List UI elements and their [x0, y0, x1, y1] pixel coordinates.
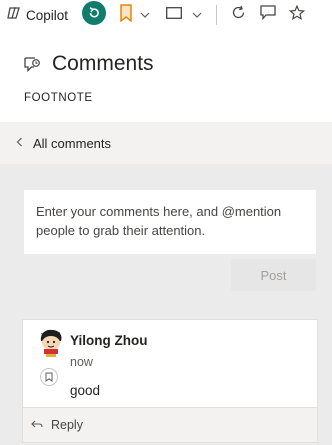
page-title: Comments	[52, 52, 154, 75]
reply-icon	[31, 416, 43, 434]
copilot-icon	[6, 5, 22, 26]
chevron-down-icon[interactable]	[192, 6, 202, 24]
reload-icon	[231, 5, 246, 25]
rectangle-icon	[166, 6, 182, 24]
reply-button[interactable]: Reply	[23, 407, 317, 442]
post-button[interactable]: Post	[231, 259, 316, 291]
top-toolbar: Copilot	[0, 0, 332, 30]
star-icon	[288, 4, 306, 26]
comment-timestamp: now	[70, 355, 93, 369]
all-comments-link[interactable]: All comments	[0, 122, 332, 164]
loop-button[interactable]	[82, 0, 107, 30]
comment-bubble-icon	[24, 56, 41, 78]
comment-author: Yilong Zhou	[70, 333, 148, 348]
reply-label: Reply	[51, 418, 83, 432]
bookmark-button[interactable]	[120, 0, 150, 30]
page-subtitle: FOOTNOTE	[24, 92, 93, 104]
reload-button[interactable]	[231, 0, 246, 30]
chevron-left-icon	[16, 134, 23, 152]
shape-button[interactable]	[166, 0, 202, 30]
comment-text: good	[70, 383, 101, 398]
all-comments-label: All comments	[33, 135, 112, 151]
chevron-down-icon[interactable]	[140, 6, 150, 24]
bookmark-small-icon[interactable]	[40, 368, 58, 386]
comment-card: Yilong Zhou now good Reply	[22, 319, 318, 443]
avatar	[38, 329, 64, 357]
copilot-button[interactable]: Copilot	[6, 0, 68, 30]
comments-pane-header: Comments FOOTNOTE	[0, 30, 332, 122]
favorite-button[interactable]	[288, 0, 306, 30]
comment-input[interactable]: Enter your comments here, and @mention p…	[24, 190, 316, 254]
copilot-label: Copilot	[26, 7, 69, 23]
refresh-icon	[82, 0, 107, 30]
bookmark-icon	[120, 3, 132, 27]
toolbar-divider	[216, 5, 218, 25]
comment-icon	[260, 5, 276, 25]
comment-button[interactable]	[260, 0, 276, 30]
